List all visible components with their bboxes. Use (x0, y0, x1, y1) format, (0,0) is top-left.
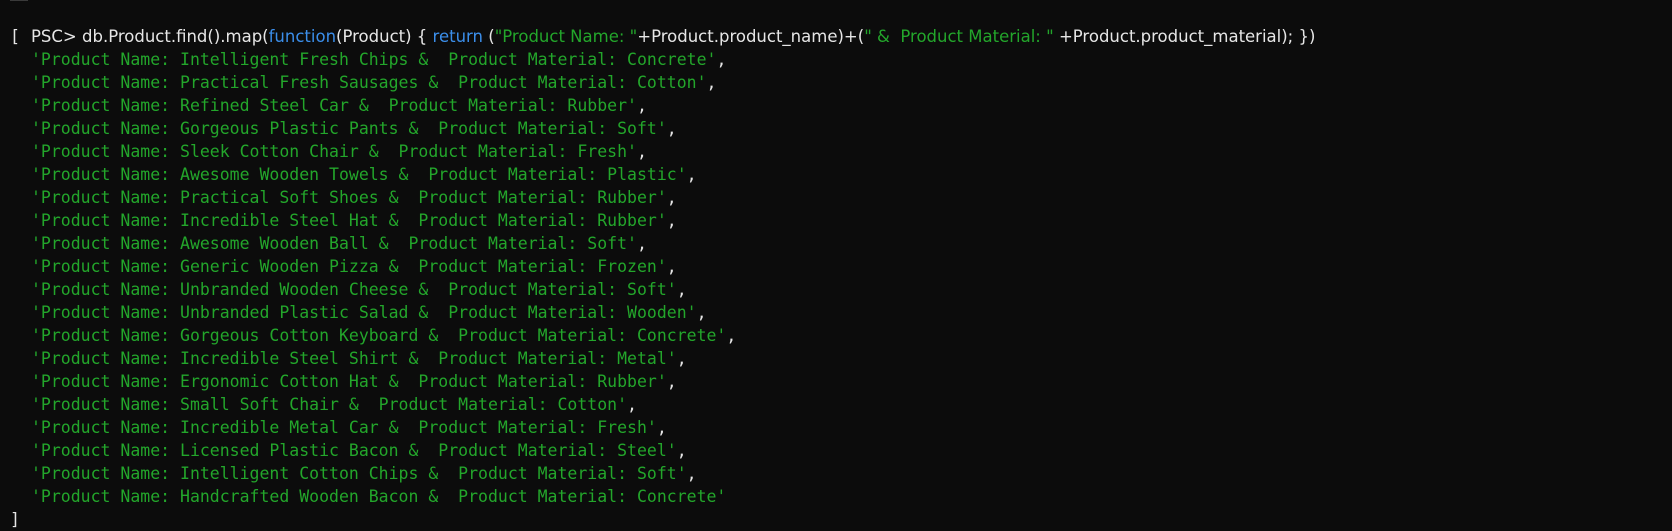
command-token: db.Product.find().map( (82, 27, 269, 46)
command-token: +Product.product_material); }) (1053, 27, 1316, 46)
command-token: return (432, 27, 483, 46)
output-row-text: 'Product Name: Ergonomic Cotton Hat & Pr… (31, 372, 667, 391)
output-row: 'Product Name: Sleek Cotton Chair & Prod… (10, 140, 1662, 163)
terminal-window[interactable]: PSC> db.Product.find().map(function(Prod… (10, 2, 1662, 531)
output-list: 'Product Name: Intelligent Fresh Chips &… (10, 48, 1662, 508)
output-row-text: 'Product Name: Intelligent Fresh Chips &… (31, 50, 717, 69)
command-text: db.Product.find().map(function(Product) … (82, 27, 1315, 46)
output-row-text: 'Product Name: Licensed Plastic Bacon & … (31, 441, 677, 460)
output-row-separator: , (676, 441, 687, 460)
output-row-text: 'Product Name: Small Soft Chair & Produc… (31, 395, 628, 414)
output-row: 'Product Name: Generic Wooden Pizza & Pr… (10, 255, 1662, 278)
output-row: 'Product Name: Licensed Plastic Bacon & … (10, 439, 1662, 462)
command-token: "Product Name: " (494, 27, 638, 46)
output-row: 'Product Name: Practical Fresh Sausages … (10, 71, 1662, 94)
output-row: 'Product Name: Gorgeous Plastic Pants & … (10, 117, 1662, 140)
command-line[interactable]: PSC> db.Product.find().map(function(Prod… (10, 2, 1662, 46)
output-row-separator: , (726, 326, 737, 345)
output-row: 'Product Name: Practical Soft Shoes & Pr… (10, 186, 1662, 209)
output-row: 'Product Name: Awesome Wooden Towels & P… (10, 163, 1662, 186)
output-row-separator: , (686, 165, 697, 184)
output-row-separator: , (666, 211, 677, 230)
output-row-text: 'Product Name: Awesome Wooden Ball & Pro… (31, 234, 637, 253)
output-row-text: 'Product Name: Incredible Metal Car & Pr… (31, 418, 657, 437)
output-row-separator: , (636, 142, 647, 161)
output-row-text: 'Product Name: Awesome Wooden Towels & P… (31, 165, 687, 184)
output-row-separator: , (706, 73, 717, 92)
output-row: 'Product Name: Unbranded Wooden Cheese &… (10, 278, 1662, 301)
output-row: 'Product Name: Gorgeous Cotton Keyboard … (10, 324, 1662, 347)
output-row-text: 'Product Name: Handcrafted Wooden Bacon … (31, 487, 727, 506)
output-row-text: 'Product Name: Gorgeous Cotton Keyboard … (31, 326, 727, 345)
output-row-separator: , (676, 280, 687, 299)
command-token: " & Product Material: " (864, 27, 1054, 46)
output-row-separator: , (666, 372, 677, 391)
shell-prompt: PSC> (30, 27, 82, 46)
output-row: 'Product Name: Refined Steel Car & Produ… (10, 94, 1662, 117)
output-row: 'Product Name: Awesome Wooden Ball & Pro… (10, 232, 1662, 255)
output-row: 'Product Name: Ergonomic Cotton Hat & Pr… (10, 370, 1662, 393)
output-row-text: 'Product Name: Practical Fresh Sausages … (31, 73, 707, 92)
output-row: 'Product Name: Unbranded Plastic Salad &… (10, 301, 1662, 324)
command-token: (Product) { (336, 27, 433, 46)
command-token: ( (483, 27, 495, 46)
output-row-text: 'Product Name: Incredible Steel Hat & Pr… (31, 211, 667, 230)
output-row-separator: , (696, 303, 707, 322)
output-row: 'Product Name: Incredible Metal Car & Pr… (10, 416, 1662, 439)
output-row: 'Product Name: Intelligent Fresh Chips &… (10, 48, 1662, 71)
output-row-separator: , (656, 418, 667, 437)
command-token: function (268, 27, 337, 46)
output-row: 'Product Name: Intelligent Cotton Chips … (10, 462, 1662, 485)
output-row-separator: , (627, 395, 637, 414)
output-row-text: 'Product Name: Unbranded Wooden Cheese &… (31, 280, 677, 299)
output-row-separator: , (666, 119, 677, 138)
output-row-separator: , (676, 349, 687, 368)
output-row-text: 'Product Name: Incredible Steel Shirt & … (31, 349, 677, 368)
output-row-text: 'Product Name: Practical Soft Shoes & Pr… (31, 188, 667, 207)
output-row-text: 'Product Name: Generic Wooden Pizza & Pr… (31, 257, 667, 276)
output-row-separator: , (686, 464, 697, 483)
output-row-text: 'Product Name: Sleek Cotton Chair & Prod… (31, 142, 637, 161)
output-row: 'Product Name: Handcrafted Wooden Bacon … (10, 485, 1662, 508)
output-row-text: 'Product Name: Gorgeous Plastic Pants & … (31, 119, 667, 138)
output-row-separator: , (666, 257, 677, 276)
output-row: 'Product Name: Incredible Steel Hat & Pr… (10, 209, 1662, 232)
previous-line-fragment (10, 0, 28, 1)
output-row-separator: , (636, 96, 647, 115)
command-token: +Product.product_name)+( (637, 27, 865, 46)
output-row-text: 'Product Name: Unbranded Plastic Salad &… (31, 303, 697, 322)
output-row-separator: , (666, 188, 677, 207)
output-row-text: 'Product Name: Refined Steel Car & Produ… (31, 96, 637, 115)
output-row-text: 'Product Name: Intelligent Cotton Chips … (31, 464, 687, 483)
output-row-separator: , (636, 234, 647, 253)
output-row: 'Product Name: Small Soft Chair & Produc… (10, 393, 1662, 416)
output-close-bracket: ] (10, 510, 20, 529)
output-row-separator: , (716, 50, 727, 69)
output-row: 'Product Name: Incredible Steel Shirt & … (10, 347, 1662, 370)
